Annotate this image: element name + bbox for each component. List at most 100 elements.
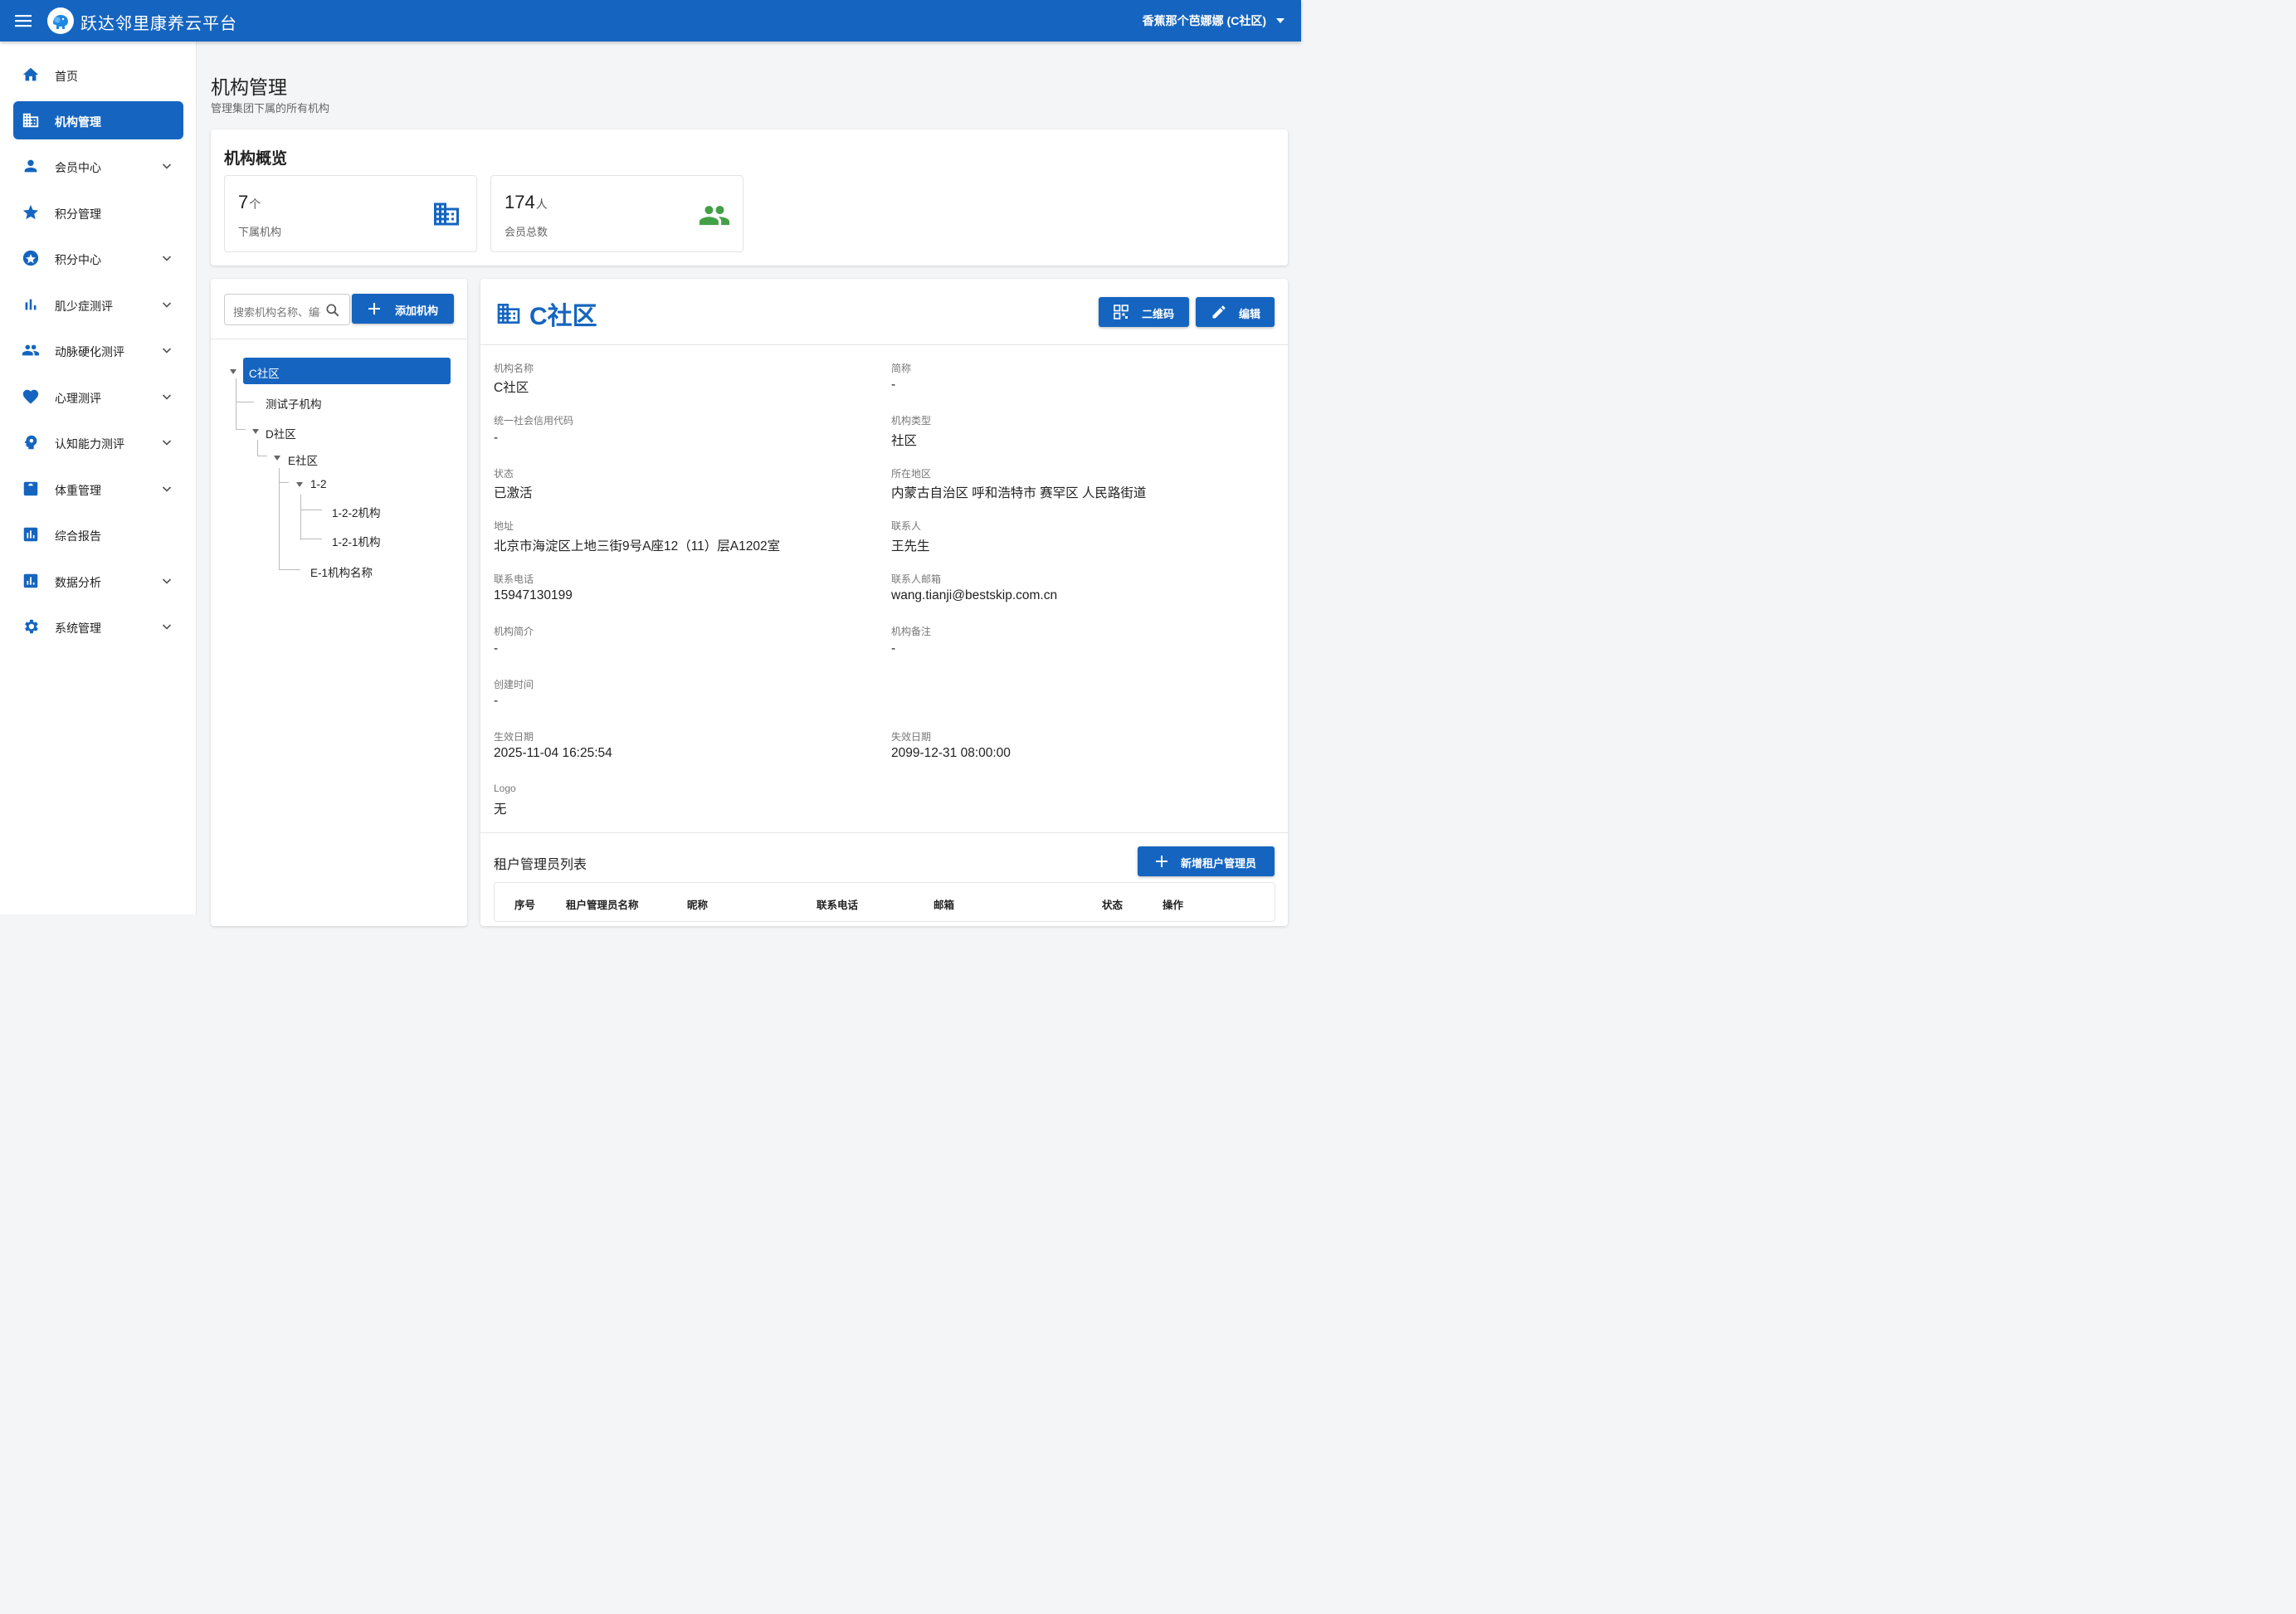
add-tenant-admin-button[interactable]: 新增租户管理员 <box>1138 846 1275 876</box>
sidebar-item-system-management[interactable]: 系统管理 <box>13 607 183 646</box>
field-label: 创建时间 <box>494 679 534 690</box>
field-label: 机构简介 <box>494 626 534 637</box>
tree-node-1-2-1[interactable]: 1-2-1机构 <box>332 533 381 549</box>
sidebar-item-label: 认知能力测评 <box>55 437 124 451</box>
column-header[interactable]: 状态 <box>1102 896 1123 912</box>
sidebar-item-sarcopenia-assessment[interactable]: 肌少症测评 <box>13 285 183 324</box>
expand-triangle-icon[interactable] <box>230 369 236 374</box>
tree-node-1-2-2[interactable]: 1-2-2机构 <box>332 504 381 520</box>
stat-caption: 会员总数 <box>505 226 548 238</box>
org-detail-panel: C社区 二维码 编辑 机构名称 C社区 简称 - 统一社会信用代码 - 机构类型… <box>480 279 1288 926</box>
person-icon <box>22 157 40 175</box>
field-label: 简称 <box>891 363 912 374</box>
sidebar-item-arteriosclerosis-assessment[interactable]: 动脉硬化测评 <box>13 331 183 369</box>
qr-code-button[interactable]: 二维码 <box>1099 297 1189 327</box>
people-icon <box>22 341 40 359</box>
field-value: - <box>494 641 499 656</box>
tree-line <box>236 429 246 430</box>
expand-triangle-icon[interactable] <box>252 429 259 434</box>
building-icon <box>22 111 40 129</box>
tree-line <box>279 482 289 483</box>
field-value: 北京市海淀区上地三街9号A座12（11）层A1202室 <box>494 539 781 553</box>
sidebar-item-points-management[interactable]: 积分管理 <box>13 193 183 232</box>
gear-icon <box>22 617 40 636</box>
user-menu[interactable]: 香蕉那个芭娜娜 (C社区) <box>1143 12 1284 29</box>
home-icon <box>22 66 40 84</box>
menu-icon[interactable] <box>15 12 33 29</box>
tenant-admin-title: 租户管理员列表 <box>494 858 587 872</box>
tenant-admin-section: 租户管理员列表 新增租户管理员 序号 租户管理员名称 昵称 联系电话 邮箱 状态… <box>480 833 1288 933</box>
sidebar-item-home[interactable]: 首页 <box>13 56 183 94</box>
column-header[interactable]: 租户管理员名称 <box>566 896 639 912</box>
tree-node-e-community[interactable]: E社区 <box>288 451 318 468</box>
tree-line <box>257 440 258 456</box>
scale-icon <box>22 480 40 498</box>
field-value: 已激活 <box>494 486 533 500</box>
stat-card-members: 174人 会员总数 <box>490 175 743 252</box>
column-header[interactable]: 操作 <box>1163 896 1183 912</box>
sidebar-item-label: 综合报告 <box>55 529 101 543</box>
field-value: - <box>891 641 896 656</box>
stat-card-orgs: 7个 下属机构 <box>224 175 477 252</box>
tree-node-label: 1-2-2机构 <box>332 507 381 519</box>
field-label: 机构类型 <box>891 415 932 427</box>
chevron-down-icon <box>162 392 172 402</box>
field-label: 生效日期 <box>494 731 534 743</box>
tree-line <box>279 468 280 570</box>
expand-triangle-icon[interactable] <box>296 482 303 487</box>
column-header[interactable]: 昵称 <box>687 896 708 912</box>
field-value: - <box>494 694 499 708</box>
edit-label: 编辑 <box>1239 308 1261 320</box>
sidebar-item-weight-management[interactable]: 体重管理 <box>13 470 183 508</box>
field-label: 联系人 <box>891 520 922 532</box>
sidebar-item-org-management[interactable]: 机构管理 <box>13 101 183 139</box>
tree-node-d-community[interactable]: D社区 <box>266 425 296 441</box>
chevron-down-icon <box>162 300 172 310</box>
building-icon <box>431 199 461 229</box>
tree-node-label: E社区 <box>288 455 319 467</box>
chevron-down-icon <box>162 437 172 447</box>
search-icon[interactable] <box>324 302 341 319</box>
sidebar-item-comprehensive-report[interactable]: 综合报告 <box>13 515 183 553</box>
column-header[interactable]: 序号 <box>514 896 535 912</box>
search-input[interactable]: 搜索机构名称、编码 <box>224 294 350 325</box>
plus-icon <box>1154 854 1169 869</box>
column-header[interactable]: 联系电话 <box>817 896 858 912</box>
tree-node-c-community[interactable]: C社区 <box>243 358 451 384</box>
stat-unit: 个 <box>249 197 261 211</box>
heart-icon <box>22 388 40 406</box>
stat-number: 174 <box>505 192 535 212</box>
edit-button[interactable]: 编辑 <box>1196 297 1275 327</box>
sidebar-item-label: 体重管理 <box>55 484 101 497</box>
sidebar-item-label: 肌少症测评 <box>55 300 113 313</box>
overview-card: 机构概览 7个 下属机构 174人 会员总数 <box>211 129 1288 266</box>
sidebar-item-data-analysis[interactable]: 数据分析 <box>13 562 183 600</box>
tree-node-label: 1-2 <box>310 478 327 490</box>
sidebar-item-cognitive-assessment[interactable]: 认知能力测评 <box>13 423 183 461</box>
tree-node-e-1[interactable]: E-1机构名称 <box>310 563 373 580</box>
sidebar-item-member-center[interactable]: 会员中心 <box>13 147 183 185</box>
add-org-button[interactable]: 添加机构 <box>352 294 454 324</box>
sidebar-item-label: 动脉硬化测评 <box>55 345 124 358</box>
column-header[interactable]: 邮箱 <box>934 896 954 912</box>
sidebar-item-label: 会员中心 <box>55 161 101 174</box>
add-tenant-admin-label: 新增租户管理员 <box>1181 857 1257 870</box>
sidebar-item-psychology-assessment[interactable]: 心理测评 <box>13 378 183 416</box>
field-value: - <box>494 431 499 445</box>
tree-node-test-sub-org[interactable]: 测试子机构 <box>266 395 322 412</box>
tree-node-1-2[interactable]: 1-2 <box>310 478 327 490</box>
chevron-down-icon <box>162 345 172 355</box>
sidebar-item-points-center[interactable]: 积分中心 <box>13 239 183 277</box>
chevron-down-icon <box>162 161 172 171</box>
field-label: 机构名称 <box>494 363 534 374</box>
qr-code-label: 二维码 <box>1142 308 1175 320</box>
sidebar-item-label: 首页 <box>55 70 78 83</box>
field-value: 15947130199 <box>494 588 573 602</box>
field-label: 联系电话 <box>494 573 534 585</box>
plus-icon <box>367 301 382 316</box>
field-label: 状态 <box>494 468 514 480</box>
report-icon <box>22 525 40 544</box>
star-circle-icon <box>22 249 40 267</box>
field-value: 内蒙古自治区 呼和浩特市 赛罕区 人民路街道 <box>891 486 1147 500</box>
expand-triangle-icon[interactable] <box>274 456 280 461</box>
